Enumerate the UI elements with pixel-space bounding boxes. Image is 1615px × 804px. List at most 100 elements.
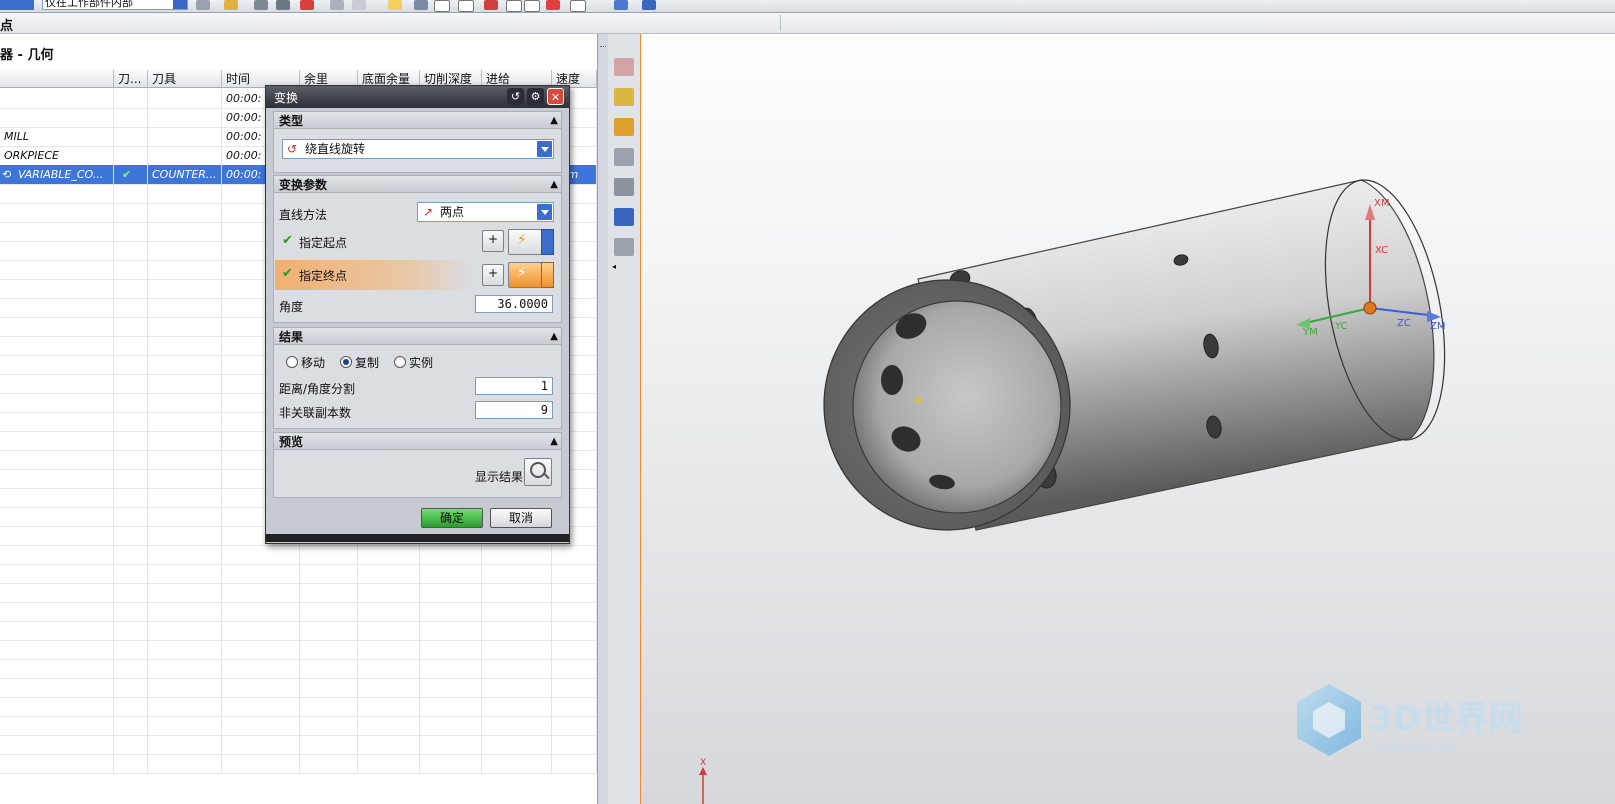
section-icon[interactable] <box>614 178 634 196</box>
table-row[interactable] <box>0 678 597 698</box>
type-select[interactable]: ↺ 绕直线旋转 <box>282 139 554 159</box>
cell-feed <box>482 545 552 564</box>
chevron-down-icon[interactable] <box>173 0 187 9</box>
point-dialog-icon[interactable]: + <box>482 264 504 286</box>
table-row[interactable] <box>0 583 597 603</box>
measure-icon[interactable] <box>614 58 634 76</box>
distance-divisions-input[interactable]: 1 <box>475 377 553 395</box>
radio-instance[interactable] <box>394 356 406 368</box>
snap-icon[interactable] <box>196 0 210 10</box>
chevron-down-icon[interactable] <box>541 229 554 255</box>
graphics-viewport[interactable]: XM XC YM YC ZC ZM X 3D世界网 WWW.3DSJW.COM <box>641 34 1615 804</box>
intersection-icon[interactable] <box>484 0 498 10</box>
cell-tool <box>148 279 222 298</box>
cell-status <box>114 735 148 754</box>
snap-point-icon[interactable] <box>388 0 402 10</box>
inferred-point-icon[interactable]: ⚡ <box>508 262 542 288</box>
cell-name <box>0 108 114 127</box>
magnifier-icon[interactable] <box>524 458 552 486</box>
column-header-tool-short[interactable]: 刀... <box>114 70 148 88</box>
select-icon[interactable] <box>254 0 268 10</box>
endpoint-icon[interactable] <box>414 0 428 10</box>
type-section-header[interactable]: 类型 ▲ <box>273 111 562 129</box>
layer-icon[interactable] <box>614 238 634 256</box>
column-header-tool[interactable]: 刀具 <box>148 70 222 88</box>
params-section-header[interactable]: 变换参数 ▲ <box>273 175 562 193</box>
cell-status <box>114 507 148 526</box>
cube-icon[interactable] <box>642 0 656 10</box>
preview-section-header[interactable]: 预览 ▲ <box>273 432 562 450</box>
cell-depth <box>420 716 482 735</box>
box-select-icon[interactable] <box>352 0 366 10</box>
arc-center-icon[interactable] <box>506 0 522 12</box>
control-point-icon[interactable] <box>458 0 474 12</box>
cell-tool <box>148 412 222 431</box>
angle-input[interactable]: 36.0000 <box>475 295 553 313</box>
quadrant-icon[interactable] <box>546 0 560 10</box>
copies-input[interactable]: 9 <box>475 401 553 419</box>
angle-icon[interactable] <box>614 118 634 136</box>
table-row[interactable] <box>0 754 597 774</box>
rotate-about-line-icon: ↺ <box>287 142 298 156</box>
cancel-button[interactable]: 取消 <box>490 508 552 528</box>
close-icon[interactable]: ✕ <box>547 88 564 105</box>
line-method-label: 直线方法 <box>279 208 328 222</box>
chevron-down-icon[interactable] <box>537 204 552 220</box>
chevron-down-icon[interactable] <box>537 141 552 157</box>
collapse-icon[interactable]: ▲ <box>550 328 558 346</box>
cell-status <box>114 108 148 127</box>
cell-floor-stock <box>358 678 420 697</box>
reset-icon[interactable]: ↺ <box>507 88 524 105</box>
ruler-icon[interactable] <box>614 88 634 106</box>
toolbar-dropdown-left[interactable] <box>0 0 34 10</box>
circle-icon[interactable] <box>524 0 540 12</box>
panel-splitter[interactable] <box>598 34 608 804</box>
dialog-titlebar[interactable]: 变换 ↺ ⚙ ✕ <box>266 86 569 108</box>
point-on-curve-icon[interactable] <box>570 0 586 12</box>
filter-icon[interactable] <box>224 0 238 10</box>
splitter-grip[interactable] <box>600 46 606 49</box>
radio-copy[interactable] <box>340 356 352 368</box>
table-row[interactable] <box>0 697 597 717</box>
selection-filter-select[interactable]: 仅在工作部件内部 <box>42 0 188 10</box>
point-icon[interactable] <box>300 0 314 10</box>
table-row[interactable] <box>0 621 597 641</box>
collapse-icon[interactable]: ▲ <box>550 112 558 130</box>
point-dialog-icon[interactable]: + <box>482 230 504 252</box>
midpoint-icon[interactable] <box>434 0 450 12</box>
view-icon[interactable] <box>614 0 628 10</box>
table-row[interactable] <box>0 564 597 584</box>
cell-name <box>0 602 114 621</box>
analysis-icon[interactable] <box>614 148 634 166</box>
table-row[interactable] <box>0 545 597 565</box>
column-header-name[interactable] <box>0 70 114 88</box>
viewport-canvas[interactable]: XM XC YM YC ZC ZM X 3D世界网 WWW.3DSJW.COM <box>641 34 1615 804</box>
table-row[interactable] <box>0 735 597 755</box>
line-method-select[interactable]: ↗ 两点 <box>417 202 554 222</box>
cylinder-bore[interactable] <box>852 300 1062 514</box>
cell-stock <box>300 678 358 697</box>
magnifier-handle <box>543 472 550 480</box>
wcs-icon[interactable] <box>614 208 634 226</box>
more-icon[interactable]: ◂ <box>612 262 616 271</box>
result-section-header[interactable]: 结果 ▲ <box>273 327 562 345</box>
cell-stock <box>300 697 358 716</box>
radio-move[interactable] <box>286 356 298 368</box>
table-row[interactable] <box>0 659 597 679</box>
center-point-marker[interactable] <box>915 397 921 403</box>
wcs-origin-icon[interactable] <box>1363 301 1377 315</box>
collapse-icon[interactable]: ▲ <box>550 176 558 194</box>
cell-status <box>114 336 148 355</box>
cell-floor-stock <box>358 716 420 735</box>
gear-icon[interactable]: ⚙ <box>527 88 544 105</box>
chevron-down-icon[interactable] <box>541 262 554 288</box>
ok-button[interactable]: 确定 <box>421 508 483 528</box>
table-row[interactable] <box>0 716 597 736</box>
label-xm: XM <box>1374 198 1389 209</box>
table-row[interactable] <box>0 640 597 660</box>
origin-icon[interactable] <box>276 0 290 10</box>
table-row[interactable] <box>0 602 597 622</box>
cell-status <box>114 146 148 165</box>
inferred-point-icon[interactable]: ⚡ <box>508 229 542 255</box>
collapse-icon[interactable]: ▲ <box>550 433 558 451</box>
